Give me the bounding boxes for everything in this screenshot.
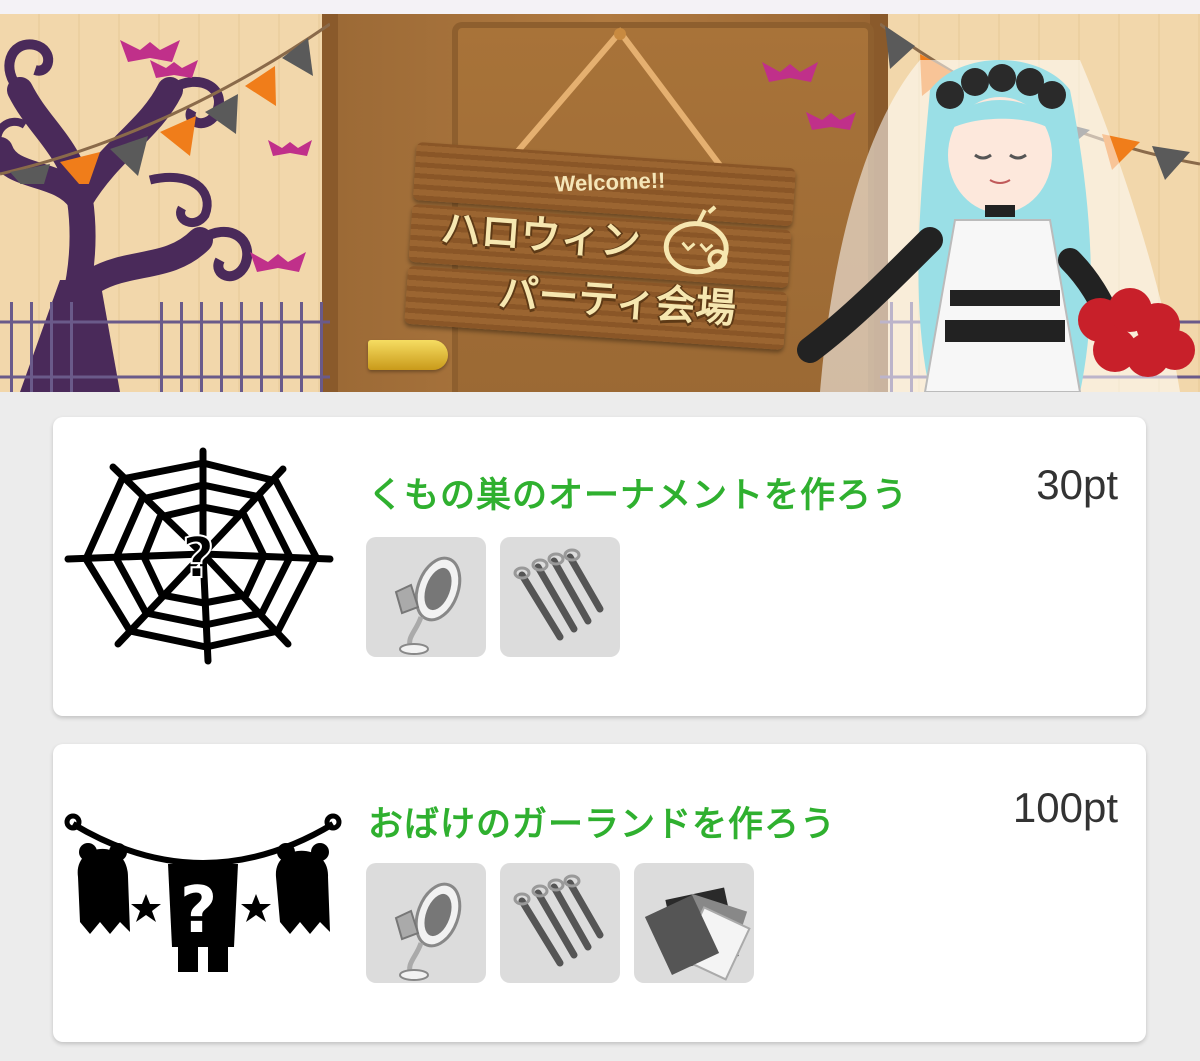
event-banner: Welcome!! ハロウィン パーティ会場 <box>0 0 1200 392</box>
welcome-sign: Welcome!! ハロウィン パーティ会場 <box>404 141 796 353</box>
glue-bottle-icon[interactable] <box>366 863 486 983</box>
svg-text:?: ? <box>182 526 214 591</box>
character-bride-icon <box>797 60 1195 392</box>
paper-sheets-icon[interactable] <box>634 863 754 983</box>
mission-points: 100pt <box>1012 784 1118 831</box>
mission-title: くもの巣のオーナメントを作ろう <box>368 476 909 516</box>
spiderweb-silhouette-icon: ? ? <box>64 447 334 665</box>
mission-points: 30pt <box>1036 461 1118 508</box>
mission-card[interactable]: ? ? くもの巣のオーナメントを作ろう 30pt <box>53 417 1146 716</box>
mission-card[interactable]: ? おばけのガーランドを作ろう 100pt <box>53 744 1146 1042</box>
pumpkin-icon <box>663 205 729 275</box>
glue-bottle-icon[interactable] <box>366 537 486 657</box>
ghost-garland-silhouette-icon: ? <box>64 813 342 972</box>
sign-welcome-text: Welcome!! <box>554 167 666 197</box>
thread-bundle-icon[interactable] <box>500 863 620 983</box>
mission-title: おばけのガーランドを作ろう <box>368 805 837 845</box>
material-list <box>366 863 754 983</box>
svg-text:?: ? <box>180 874 217 948</box>
thread-bundle-icon[interactable] <box>500 537 620 657</box>
material-list <box>366 537 620 657</box>
